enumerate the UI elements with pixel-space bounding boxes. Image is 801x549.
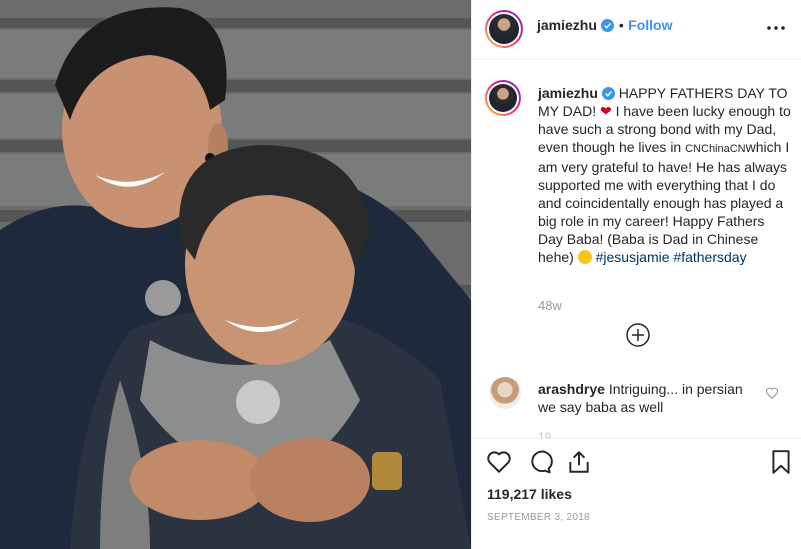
caption-username[interactable]: jamiezhu xyxy=(538,85,598,101)
caption-text: jamiezhu HAPPY FATHERS DAY TO MY DAD! ❤ … xyxy=(538,84,792,266)
post-actions: 119,217 likes SEPTEMBER 3, 2018 xyxy=(472,438,801,549)
verified-badge-icon xyxy=(601,87,615,100)
commenter-username[interactable]: arashdrye xyxy=(538,381,605,397)
comment-bubble-icon[interactable] xyxy=(527,449,553,475)
red-heart-emoji-icon: ❤ xyxy=(599,103,612,119)
author-line: jamiezhu • Follow xyxy=(537,17,673,35)
verified-badge-icon xyxy=(601,19,615,32)
more-options-icon[interactable] xyxy=(764,16,788,40)
hashtag-jesusjamie[interactable]: #jesusjamie xyxy=(596,249,670,265)
post-photo-illustration xyxy=(0,0,471,549)
post-photo[interactable] xyxy=(0,0,471,549)
post-date[interactable]: SEPTEMBER 3, 2018 xyxy=(487,512,590,523)
like-heart-icon[interactable] xyxy=(486,449,512,475)
bookmark-icon[interactable] xyxy=(768,449,794,475)
separator-dot: • xyxy=(618,17,624,33)
caption-time[interactable]: 48w xyxy=(538,298,562,313)
likes-count[interactable]: 119,217 likes xyxy=(487,486,572,502)
like-comment-heart-icon[interactable] xyxy=(765,386,779,400)
caption-part4: which I am very grateful to have! He has… xyxy=(538,139,790,265)
caption-avatar[interactable] xyxy=(485,80,521,116)
follow-button[interactable]: Follow xyxy=(628,17,672,33)
china-flag-text: CNChinaCN xyxy=(685,143,746,155)
load-more-comments-icon[interactable] xyxy=(626,323,650,347)
author-avatar[interactable] xyxy=(485,10,523,48)
author-username[interactable]: jamiezhu xyxy=(537,17,597,33)
hashtag-fathersday[interactable]: #fathersday xyxy=(673,249,746,265)
comment-text: arashdrye Intriguing... in persian we sa… xyxy=(538,380,760,416)
commenter-avatar[interactable] xyxy=(489,377,521,409)
comments-section[interactable]: jamiezhu HAPPY FATHERS DAY TO MY DAD! ❤ … xyxy=(472,60,801,438)
post-header: jamiezhu • Follow xyxy=(472,0,801,60)
smile-emoji-icon xyxy=(577,250,592,264)
post-side-panel: jamiezhu • Follow jamiezhu HAPPY FATHERS… xyxy=(471,0,801,549)
share-icon[interactable] xyxy=(566,449,592,475)
comment-cutoff-text: 19 xyxy=(538,430,552,438)
